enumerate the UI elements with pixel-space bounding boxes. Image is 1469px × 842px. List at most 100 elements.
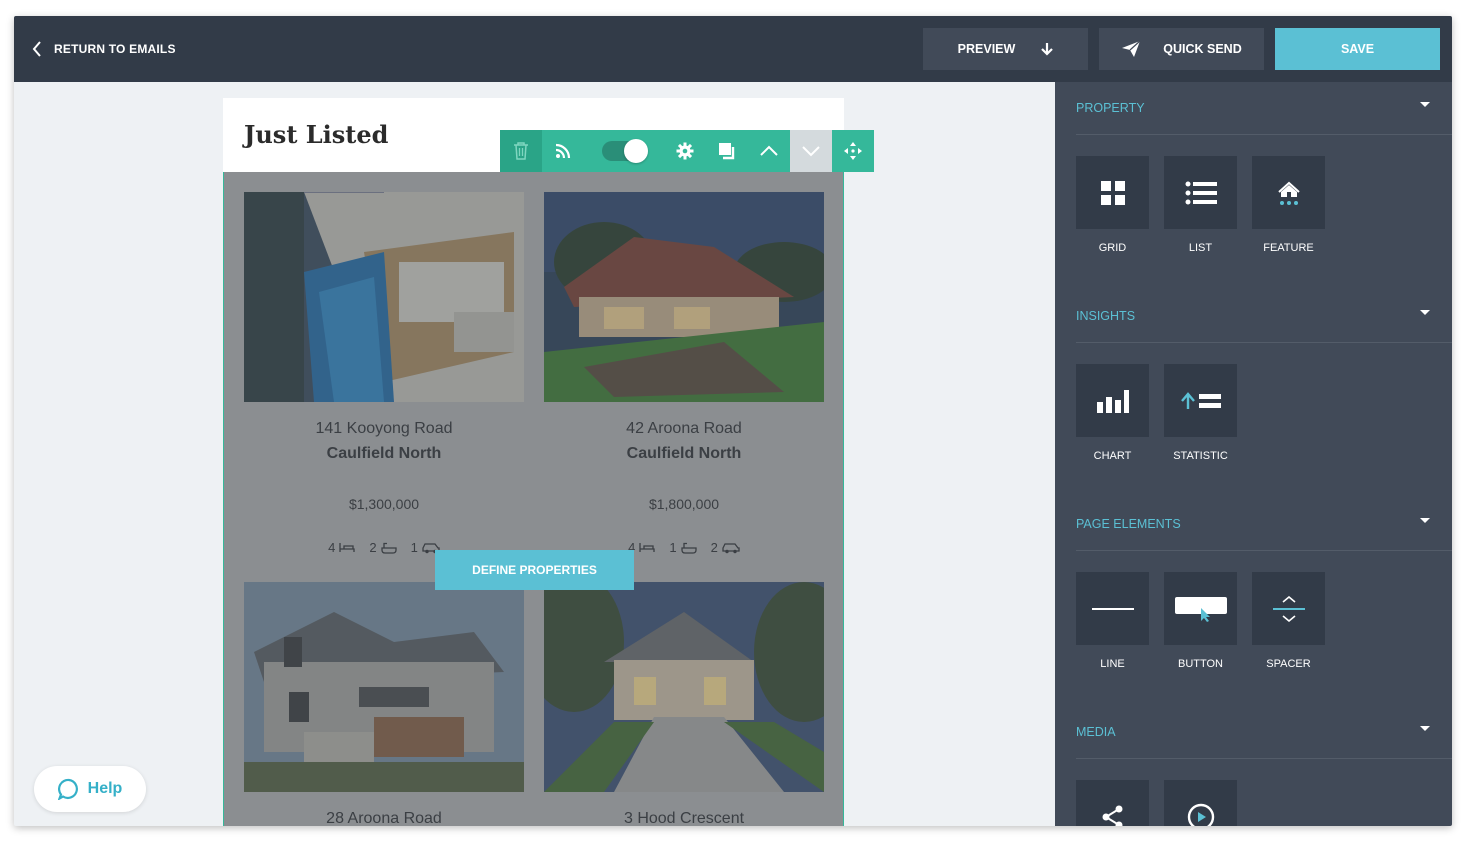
block-tile-grid[interactable]: GRID (1076, 156, 1149, 254)
quick-send-label: QUICK SEND (1163, 42, 1242, 56)
rss-feed-button[interactable] (542, 130, 584, 172)
list-icon (1185, 181, 1217, 204)
bedrooms: 4 (328, 540, 356, 555)
property-card[interactable]: 141 Kooyong Road Caulfield North $1,300,… (244, 192, 524, 555)
property-street: 28 Aroona Road (326, 810, 442, 826)
property-street: 3 Hood Crescent (623, 810, 745, 826)
rss-icon (555, 143, 571, 159)
property-price: $1,300,000 (348, 496, 420, 512)
move-block-up-button[interactable] (748, 130, 790, 172)
section-page-elements-title: PAGE ELEMENTS (1076, 517, 1181, 531)
move-icon (844, 142, 862, 160)
bar-chart-icon (1096, 389, 1129, 413)
house-star-icon (1277, 181, 1300, 205)
chevron-up-icon (760, 145, 778, 156)
share-icon (1102, 805, 1122, 826)
property-photo (544, 192, 824, 402)
bedrooms-count: 4 (328, 540, 336, 555)
tile-label: LIST (1188, 242, 1213, 254)
property-card[interactable]: 3 Hood Crescent (544, 582, 824, 826)
quick-send-button[interactable]: QUICK SEND (1099, 28, 1264, 70)
play-icon (1187, 803, 1214, 826)
caret-down-icon (1420, 518, 1430, 523)
bathrooms-count: 2 (369, 540, 377, 555)
tile-label: BUTTON (1177, 658, 1224, 670)
grid-icon (1100, 180, 1125, 205)
arrow-down-icon (1041, 43, 1054, 56)
blocks-panel: PROPERTY GRID LIST FEATURE INSIGHTS CHAR… (1055, 82, 1452, 826)
block-tile-feature[interactable]: FEATURE (1252, 156, 1325, 254)
chevron-left-icon (32, 41, 41, 57)
block-toolbar (500, 130, 874, 172)
car-spaces-count: 2 (710, 540, 718, 555)
property-photo (544, 582, 824, 792)
return-to-emails-link[interactable]: RETURN TO EMAILS (32, 38, 176, 60)
top-bar: RETURN TO EMAILS PREVIEW QUICK SEND SAVE (14, 16, 1452, 82)
property-card[interactable]: 28 Aroona Road (244, 582, 524, 826)
tile-icon-box (1076, 364, 1149, 437)
tile-icon-box (1076, 156, 1149, 229)
chevron-down-icon (802, 146, 820, 157)
statistic-icon (1180, 391, 1221, 409)
tile-label: GRID (1098, 242, 1127, 254)
tile-label: STATISTIC (1173, 450, 1228, 462)
tile-label: FEATURE (1263, 242, 1314, 254)
tile-icon-box (1164, 780, 1237, 826)
car-spaces: 2 (711, 540, 740, 555)
tile-icon-box (1252, 572, 1325, 645)
bathrooms: 2 (369, 540, 397, 555)
block-settings-button[interactable] (664, 130, 706, 172)
section-media-title: MEDIA (1076, 725, 1116, 739)
help-button[interactable]: Help (34, 766, 146, 812)
block-tile-list[interactable]: LIST (1164, 156, 1237, 254)
section-insights-title: INSIGHTS (1076, 309, 1136, 323)
section-insights-header[interactable]: INSIGHTS (1076, 290, 1452, 343)
car-icon (722, 542, 740, 553)
block-tile-statistic[interactable]: STATISTIC (1164, 364, 1237, 462)
property-photo (244, 192, 524, 402)
property-suburb: Caulfield North (626, 445, 742, 462)
app-window: RETURN TO EMAILS PREVIEW QUICK SEND SAVE… (14, 16, 1452, 826)
block-tile-chart[interactable]: CHART (1076, 364, 1149, 462)
toggle-knob (624, 139, 648, 163)
bath-icon (680, 542, 697, 554)
section-page-elements-header[interactable]: PAGE ELEMENTS (1076, 498, 1452, 551)
preview-button[interactable]: PREVIEW (923, 28, 1088, 70)
button-icon (1174, 596, 1227, 622)
block-tile-button[interactable]: BUTTON (1164, 572, 1237, 670)
property-street: 141 Kooyong Road (315, 420, 453, 437)
email-canvas: Just Listed 141 Kooyong Road Caulfield N… (223, 98, 874, 826)
bath-icon (380, 542, 397, 554)
block-tile-line[interactable]: LINE (1076, 572, 1149, 670)
preview-label: PREVIEW (957, 42, 1016, 56)
move-block-down-button[interactable] (790, 130, 832, 172)
bathrooms-count: 1 (669, 540, 677, 555)
property-photo (244, 582, 524, 792)
return-to-emails-label: RETURN TO EMAILS (54, 42, 176, 56)
property-suburb: Caulfield North (326, 445, 442, 462)
block-tile-video[interactable] (1164, 780, 1237, 826)
property-card[interactable]: 42 Aroona Road Caulfield North $1,800,00… (544, 192, 824, 555)
toggle-switch (602, 139, 648, 163)
block-tile-spacer[interactable]: SPACER (1252, 572, 1325, 670)
email-title: Just Listed (244, 120, 389, 149)
help-label: Help (87, 780, 123, 797)
save-button[interactable]: SAVE (1275, 28, 1440, 70)
duplicate-icon (719, 143, 735, 160)
block-tile-social[interactable] (1076, 780, 1149, 826)
tile-icon-box (1252, 156, 1325, 229)
duplicate-block-button[interactable] (706, 130, 748, 172)
caret-down-icon (1420, 726, 1430, 731)
tile-label: LINE (1100, 658, 1125, 670)
car-spaces-count: 1 (410, 540, 418, 555)
caret-down-icon (1420, 310, 1430, 315)
property-grid-block[interactable]: 141 Kooyong Road Caulfield North $1,300,… (223, 172, 844, 826)
section-media-header[interactable]: MEDIA (1076, 706, 1452, 759)
delete-block-button[interactable] (500, 130, 542, 172)
visibility-toggle[interactable] (584, 130, 664, 172)
bed-icon (339, 543, 356, 552)
drag-block-handle[interactable] (832, 130, 874, 172)
define-properties-button[interactable]: DEFINE PROPERTIES (435, 550, 634, 590)
property-street: 42 Aroona Road (626, 420, 742, 437)
section-property-header[interactable]: PROPERTY (1076, 82, 1452, 135)
